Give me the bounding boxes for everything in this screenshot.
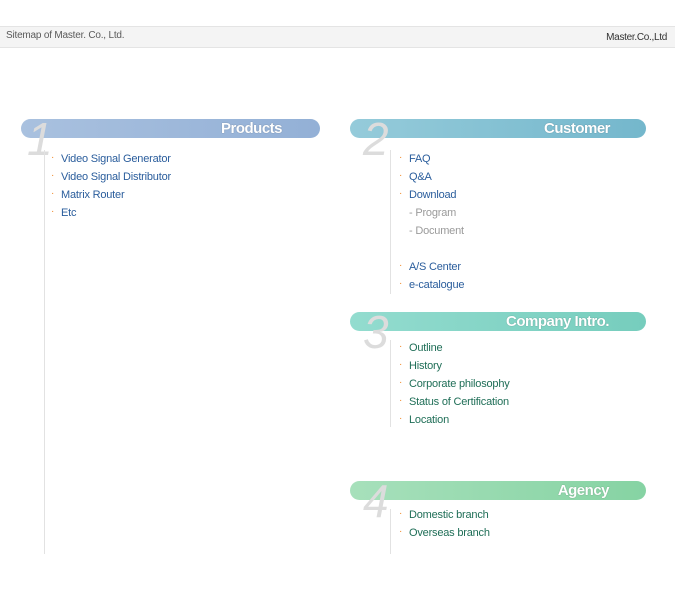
agency-header[interactable]: Agency	[350, 481, 646, 500]
list-item[interactable]: · e-catalogue	[399, 276, 464, 294]
list-item[interactable]: · Status of Certification	[399, 393, 510, 411]
bullet-icon: ·	[399, 395, 403, 406]
company-intro-title: Company Intro.	[505, 313, 610, 330]
products-list: · Video Signal Generator · Video Signal Di…	[51, 150, 171, 222]
list-item[interactable]: · Video Signal Distributor	[51, 168, 171, 186]
sub-list-item[interactable]: - Program	[399, 204, 464, 222]
list-item[interactable]: · Q&A	[399, 168, 464, 186]
list-item[interactable]: · Location	[399, 411, 510, 429]
sub-list-item[interactable]: - Document	[399, 222, 464, 240]
bullet-icon: ·	[51, 170, 55, 181]
list-item[interactable]: · Video Signal Generator	[51, 150, 171, 168]
customer-title: Customer	[543, 120, 611, 137]
agency-divider	[390, 509, 391, 554]
section-number-4: 4	[363, 475, 389, 527]
list-item[interactable]: · Overseas branch	[399, 524, 490, 542]
bullet-icon: ·	[399, 526, 403, 537]
bullet-icon: ·	[399, 341, 403, 352]
bullet-icon: ·	[399, 278, 403, 289]
company-intro-header[interactable]: Company Intro.	[350, 312, 646, 331]
list-item[interactable]: · Download	[399, 186, 464, 204]
list-item[interactable]: · Corporate philosophy	[399, 375, 510, 393]
bullet-icon: ·	[399, 508, 403, 519]
list-item[interactable]: · A/S Center	[399, 258, 464, 276]
agency-title: Agency	[557, 482, 610, 499]
customer-divider	[390, 150, 391, 294]
bullet-icon: ·	[51, 206, 55, 217]
page-title: Sitemap of Master. Co., Ltd.	[6, 30, 125, 41]
company-list: · Outline · History · Corporate philosophy …	[399, 339, 510, 429]
list-item[interactable]: · Matrix Router	[51, 186, 171, 204]
list-item[interactable]: · FAQ	[399, 150, 464, 168]
products-header[interactable]: Products	[21, 119, 320, 138]
company-name: Master.Co.,Ltd	[606, 32, 667, 43]
bullet-icon: ·	[399, 188, 403, 199]
bullet-icon: ·	[51, 152, 55, 163]
list-item[interactable]: · Domestic branch	[399, 506, 490, 524]
list-item[interactable]: · History	[399, 357, 510, 375]
bullet-icon: ·	[399, 170, 403, 181]
header-bar: Sitemap of Master. Co., Ltd. Master.Co.,…	[0, 26, 675, 48]
agency-list: · Domestic branch · Overseas branch	[399, 506, 490, 542]
section-number-1: 1	[27, 113, 53, 165]
bullet-icon: ·	[399, 413, 403, 424]
list-item[interactable]: · Etc	[51, 204, 171, 222]
spacer	[399, 240, 464, 258]
bullet-icon: ·	[399, 152, 403, 163]
customer-list: · FAQ · Q&A · Download - Program - Document…	[399, 150, 464, 294]
bullet-icon: ·	[399, 359, 403, 370]
bullet-icon: ·	[51, 188, 55, 199]
products-divider	[44, 150, 45, 554]
section-number-3: 3	[363, 306, 389, 358]
bullet-icon: ·	[399, 260, 403, 271]
section-number-2: 2	[363, 113, 389, 165]
company-divider	[390, 340, 391, 427]
list-item[interactable]: · Outline	[399, 339, 510, 357]
customer-header[interactable]: Customer	[350, 119, 646, 138]
products-title: Products	[220, 120, 283, 137]
bullet-icon: ·	[399, 377, 403, 388]
